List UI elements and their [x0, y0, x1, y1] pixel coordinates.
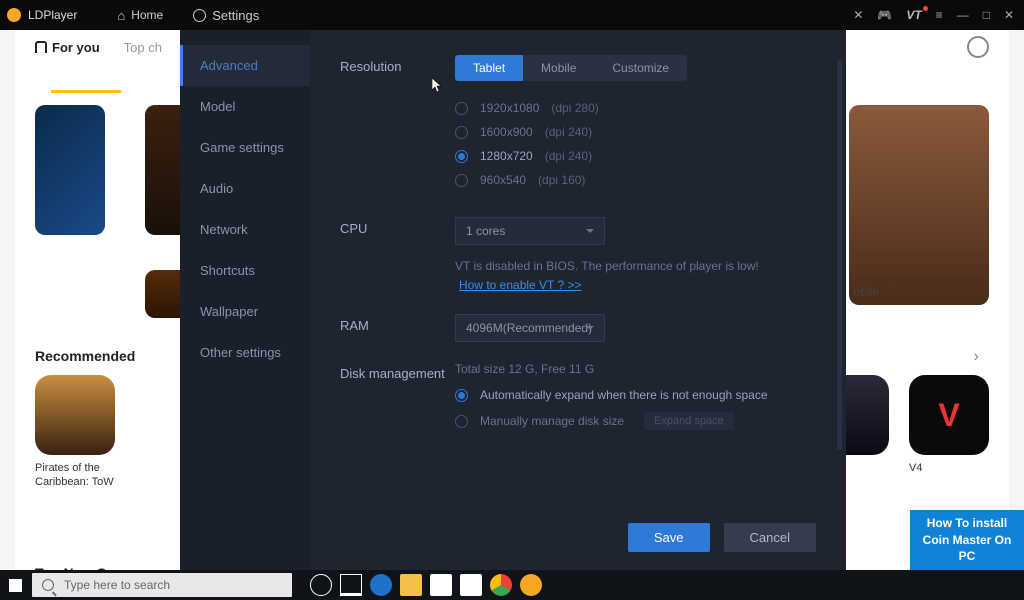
res-opt-1920[interactable]: 1920x1080(dpi 280)	[455, 101, 816, 115]
taskbar: Type here to search	[0, 570, 1024, 600]
label-disk: Disk management	[340, 362, 455, 440]
sidebar-item-audio[interactable]: Audio	[180, 168, 310, 209]
taskview-icon[interactable]	[340, 574, 362, 596]
res-tab-tablet[interactable]: Tablet	[455, 55, 523, 81]
sidebar-item-model[interactable]: Model	[180, 86, 310, 127]
disk-opt-auto[interactable]: Automatically expand when there is not e…	[455, 388, 816, 402]
modal-close-icon[interactable]: ✕	[853, 8, 863, 22]
vt-indicator[interactable]: VT	[906, 8, 921, 22]
settings-sidebar: Advanced Model Game settings Audio Netwo…	[180, 30, 310, 570]
sidebar-item-advanced[interactable]: Advanced	[180, 45, 310, 86]
sidebar-item-wallpaper[interactable]: Wallpaper	[180, 291, 310, 332]
maximize-icon[interactable]: □	[983, 8, 990, 22]
label-ram: RAM	[340, 314, 455, 342]
expand-space-button[interactable]: Expand space	[644, 412, 734, 430]
store-tab-topcharts[interactable]: Top ch	[124, 40, 162, 55]
category-label: obile	[854, 285, 879, 299]
close-icon[interactable]: ✕	[1004, 8, 1014, 22]
cortana-icon[interactable]	[310, 574, 332, 596]
chrome-icon[interactable]	[490, 574, 512, 596]
res-opt-1600[interactable]: 1600x900(dpi 240)	[455, 125, 816, 139]
settings-modal: Advanced Model Game settings Audio Netwo…	[180, 30, 846, 570]
res-opt-960[interactable]: 960x540(dpi 160)	[455, 173, 816, 187]
sidebar-item-game-settings[interactable]: Game settings	[180, 127, 310, 168]
app-card[interactable]: Pirates of the Caribbean: ToW	[35, 375, 115, 490]
store-icon[interactable]	[430, 574, 452, 596]
minimize-icon[interactable]: —	[957, 8, 969, 22]
app-icon	[7, 8, 21, 22]
app-title: LDPlayer	[28, 8, 77, 22]
mail-icon[interactable]	[460, 574, 482, 596]
menu-icon[interactable]: ≡	[936, 8, 943, 22]
res-tab-mobile[interactable]: Mobile	[523, 55, 594, 81]
label-resolution: Resolution	[340, 55, 455, 197]
app-card[interactable]: V V4	[909, 375, 989, 490]
chevron-right-icon[interactable]: ›	[974, 348, 979, 366]
vt-help-link[interactable]: How to enable VT ? >>	[455, 278, 586, 292]
start-button[interactable]	[0, 570, 30, 600]
tile[interactable]	[849, 105, 989, 305]
scrollbar[interactable]	[837, 60, 842, 450]
modal-title-row: Settings	[193, 8, 259, 23]
cpu-select[interactable]: 1 cores	[455, 217, 605, 245]
save-button[interactable]: Save	[628, 523, 710, 552]
cancel-button[interactable]: Cancel	[724, 523, 816, 552]
search-icon	[42, 579, 54, 591]
disk-opt-manual[interactable]: Manually manage disk sizeExpand space	[455, 412, 816, 430]
res-tab-customize[interactable]: Customize	[594, 55, 687, 81]
label-cpu: CPU	[340, 217, 455, 294]
howto-overlay: How To install Coin Master On PC	[910, 510, 1024, 570]
ldplayer-icon[interactable]	[520, 574, 542, 596]
ram-select[interactable]: 4096M(Recommended)	[455, 314, 605, 342]
avatar[interactable]	[967, 36, 989, 58]
explorer-icon[interactable]	[400, 574, 422, 596]
sidebar-item-network[interactable]: Network	[180, 209, 310, 250]
titlebar-tab-home[interactable]: ⌂Home	[117, 8, 163, 23]
tile[interactable]	[35, 105, 105, 235]
search-input[interactable]: Type here to search	[32, 573, 292, 597]
sidebar-item-shortcuts[interactable]: Shortcuts	[180, 250, 310, 291]
controller-icon[interactable]: 🎮	[877, 8, 892, 22]
recommended-heading: Recommended	[35, 348, 135, 364]
store-tab-foryou[interactable]: For you	[35, 40, 100, 55]
edge-icon[interactable]	[370, 574, 392, 596]
sidebar-item-other[interactable]: Other settings	[180, 332, 310, 373]
gear-icon	[193, 9, 206, 22]
vt-warning: VT is disabled in BIOS. The performance …	[455, 259, 816, 273]
disk-info: Total size 12 G, Free 11 G	[455, 362, 816, 376]
res-opt-1280[interactable]: 1280x720(dpi 240)	[455, 149, 816, 163]
